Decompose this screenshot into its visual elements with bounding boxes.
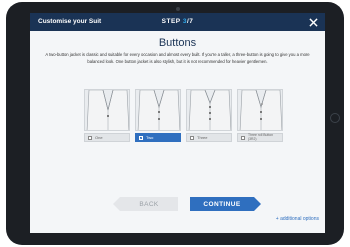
header-bar: Customise your Suit STEP 3/7	[30, 13, 325, 31]
checkbox[interactable]	[241, 135, 245, 140]
app-screen: Customise your Suit STEP 3/7 Buttons A t…	[30, 13, 325, 233]
option-label-row: Two	[135, 133, 181, 142]
button-options: One Two Three Three roll Button (3R2)	[84, 89, 284, 151]
jacket-illustration	[137, 90, 180, 130]
jacket-image	[84, 89, 130, 131]
option-label: Three	[197, 135, 208, 140]
step-total: /7	[186, 18, 194, 25]
option-label: Three roll Button (3R2)	[248, 132, 274, 141]
option-one[interactable]: One	[84, 89, 130, 142]
option-three-roll[interactable]: Three roll Button (3R2)	[237, 89, 283, 142]
jacket-image	[237, 89, 283, 131]
back-button[interactable]: BACK	[113, 197, 178, 211]
option-label-row: One	[84, 133, 130, 142]
close-button[interactable]	[306, 15, 320, 29]
jacket-illustration	[239, 90, 282, 130]
page-description: A two-button jacket is classic and suita…	[45, 52, 310, 64]
option-label-row: Three	[186, 133, 232, 142]
option-label: One	[95, 135, 103, 140]
option-three[interactable]: Three	[186, 89, 232, 142]
checkbox[interactable]	[190, 135, 194, 140]
page-title: Buttons	[158, 37, 197, 49]
option-label: Two	[146, 135, 154, 140]
continue-label: CONTINUE	[203, 200, 241, 208]
back-label: BACK	[139, 200, 159, 208]
jacket-image	[186, 89, 232, 131]
close-icon	[308, 17, 318, 27]
tablet-frame: Customise your Suit STEP 3/7 Buttons A t…	[6, 2, 344, 245]
jacket-illustration	[86, 90, 129, 130]
home-button[interactable]	[330, 113, 340, 123]
jacket-image	[135, 89, 181, 131]
jacket-illustration	[188, 90, 231, 130]
step-prefix: STEP	[161, 18, 181, 25]
continue-button[interactable]: CONTINUE	[190, 197, 261, 211]
checkbox[interactable]	[88, 135, 92, 140]
check-icon	[140, 136, 142, 139]
step-indicator: STEP 3/7	[30, 18, 325, 25]
additional-options-link[interactable]: + additional options	[276, 216, 319, 222]
option-two[interactable]: Two	[135, 89, 181, 142]
checkbox-checked[interactable]	[139, 135, 143, 140]
camera-icon	[176, 7, 180, 11]
option-label-row: Three roll Button (3R2)	[237, 133, 283, 142]
